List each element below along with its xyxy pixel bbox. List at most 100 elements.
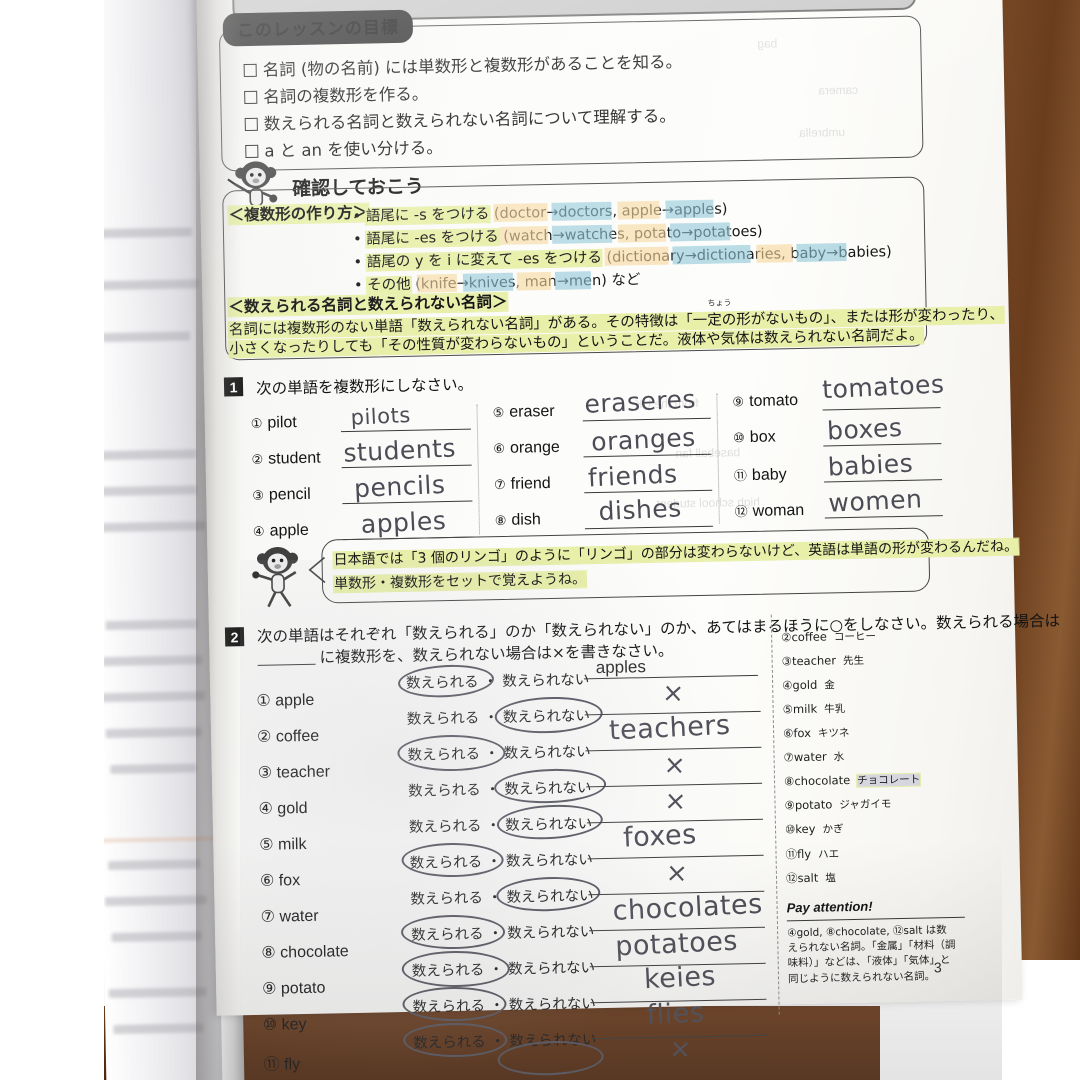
glossary-item: ⑥fox キツネ <box>782 725 850 741</box>
exercise-1-item: ③ pencil <box>252 486 311 505</box>
handwritten-answer: keies <box>643 960 717 996</box>
handwritten-answer: chocolates <box>611 888 764 927</box>
answer-line[interactable] <box>582 417 711 422</box>
option-uncountable[interactable]: 数えられない <box>508 960 595 978</box>
checkbox-icon[interactable] <box>244 90 258 105</box>
highlight-babies <box>797 244 846 261</box>
column-separator-1 <box>476 404 481 535</box>
handwritten-answer: × <box>665 857 689 890</box>
item-word: friend <box>510 474 551 493</box>
glossary-item: ⑩key かぎ <box>784 821 844 837</box>
option-countable[interactable]: 数えられる <box>408 782 481 799</box>
item-number: ⑤ <box>492 404 505 421</box>
highlight-baby <box>757 245 792 262</box>
page-number: 3 <box>933 959 942 976</box>
highlight-knife <box>417 274 457 292</box>
item-word: apple <box>269 521 309 540</box>
option-countable[interactable]: 数えられる <box>409 818 482 835</box>
handwritten-answer: eraseres <box>583 384 697 419</box>
glossary-item: ⑧chocolate チョコレート <box>783 773 921 789</box>
item-word: baby <box>751 466 787 484</box>
item-number: ② <box>251 451 264 467</box>
item-number: ⑥ <box>493 440 506 457</box>
answer-line[interactable] <box>822 407 941 411</box>
glossary-item: ②coffee コーヒー <box>781 629 877 645</box>
handwritten-answer: apples <box>360 505 447 539</box>
item-number: ④ <box>252 523 265 539</box>
item-number: ⑪ <box>733 468 748 484</box>
highlight-dictionaries <box>673 245 750 264</box>
handwritten-answer: teachers <box>608 709 732 747</box>
handwritten-answer: × <box>661 678 686 710</box>
pay-attention-text: ④gold, ⑧chocolate, ⑫salt は数えられない名詞。「金属」「… <box>787 924 956 985</box>
option-uncountable[interactable]: 数えられない <box>507 924 594 942</box>
checkbox-icon[interactable] <box>243 63 257 78</box>
item-number: ① <box>250 415 263 431</box>
glossary-item: ⑫salt 塩 <box>785 870 836 886</box>
glossary-item: ⑦water 水 <box>783 749 845 765</box>
item-number: ⑦ <box>493 476 506 493</box>
handwritten-answer: pencils <box>353 469 446 504</box>
monkey-mascot-icon-2 <box>252 546 299 608</box>
circle-mark-countable <box>403 1022 508 1058</box>
circle-mark-countable <box>397 734 506 772</box>
item-number: ③ <box>252 487 265 503</box>
exercise-1-item: ⑩ box <box>733 428 776 447</box>
handwritten-answer: potatoes <box>614 925 739 963</box>
option-uncountable[interactable]: 数えられない <box>504 744 591 762</box>
circle-mark-uncountable <box>495 875 601 914</box>
answer-line[interactable] <box>584 525 713 530</box>
exercise-1-instruction: 次の単語を複数形にしなさい。 <box>255 375 474 398</box>
option-countable[interactable]: 数えられる <box>407 710 480 727</box>
handwritten-answer: × <box>663 786 688 818</box>
exercise-2-word: ③ teacher <box>257 763 331 782</box>
item-word: tomato <box>748 392 799 410</box>
item-word: dish <box>511 511 541 529</box>
handwritten-answer: pilots <box>350 402 412 430</box>
item-word: pencil <box>268 485 311 504</box>
glossary-item: ⑨potato ジャガイモ <box>784 797 892 813</box>
item-word: student <box>267 449 321 468</box>
exercise-1-item: ⑥ orange <box>493 439 560 458</box>
exercise-1-item: ⑦ friend <box>494 475 551 494</box>
pay-attention-rule <box>786 916 965 922</box>
handwritten-answer: × <box>663 750 687 782</box>
handwritten-answer: boxes <box>826 412 904 446</box>
exercise-1-item: ⑤ eraser <box>492 403 554 422</box>
circle-mark-countable <box>402 986 507 1022</box>
handwritten-answer: women <box>827 484 923 518</box>
lesson-objectives-tag: このレッスンの目標 <box>222 9 414 47</box>
circle-mark-countable <box>397 662 495 700</box>
circle-mark-countable <box>401 950 510 988</box>
highlight-dictionary <box>605 247 668 265</box>
exercise-1-item: ⑧ dish <box>495 511 541 530</box>
circle-mark-countable <box>401 842 504 878</box>
handwritten-answer: babies <box>827 448 914 482</box>
option-uncountable[interactable]: 数えられない <box>502 672 589 690</box>
glossary-item: ③teacher 先生 <box>781 653 865 669</box>
highlight-doctor <box>494 204 547 222</box>
pay-attention-title: Pay attention! <box>786 898 873 916</box>
checkbox-icon[interactable] <box>244 117 258 132</box>
option-uncountable[interactable]: 数えられない <box>509 996 596 1014</box>
circle-mark-countable <box>400 914 506 950</box>
highlight-potatoes <box>670 223 730 241</box>
item-word: box <box>749 428 776 446</box>
item-word: pilot <box>267 414 297 432</box>
exercise-2-number: 2 <box>224 627 245 647</box>
exercise-1-item: ⑫ woman <box>734 500 805 521</box>
ruby-text: ちょう <box>707 298 732 308</box>
option-countable[interactable]: 数えられる <box>410 890 483 907</box>
exercise-2-word: ① apple <box>256 691 315 710</box>
exercise-2-word: ⑦ water <box>260 907 319 926</box>
column-separator-2 <box>716 393 720 524</box>
handwritten-answer: friends <box>587 459 679 493</box>
exercise-1-item: ④ apple <box>253 522 309 541</box>
option-uncountable[interactable]: 数えられない <box>506 852 593 870</box>
handwritten-answer: students <box>342 433 457 468</box>
item-number: ⑨ <box>732 394 745 410</box>
handwritten-answer: × <box>668 1033 693 1066</box>
exercise-2-word: ⑩ key <box>262 1015 307 1034</box>
photo-scene: an apple apple bag camera umbrella from … <box>0 0 1080 1080</box>
handwritten-answer: oranges <box>590 422 697 457</box>
